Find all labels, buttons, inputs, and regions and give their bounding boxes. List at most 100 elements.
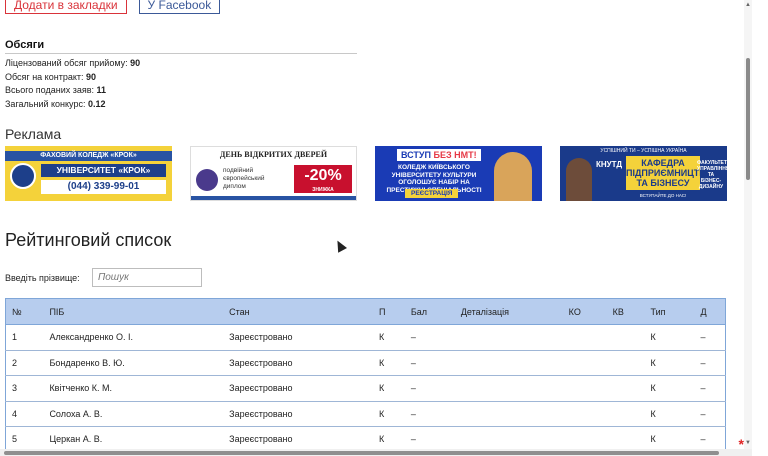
header-details[interactable]: Деталізація bbox=[454, 298, 563, 325]
volumes-section: Обсяги Ліцензований обсяг прийому: 90 Об… bbox=[5, 39, 357, 111]
cell-name: Бондаренко В. Ю. bbox=[43, 350, 224, 376]
cell-status: Зареєстровано bbox=[223, 324, 373, 351]
cell-d: – bbox=[694, 375, 726, 402]
facebook-share-button[interactable]: У Facebook bbox=[138, 0, 221, 14]
cell-status: Зареєстровано bbox=[223, 350, 373, 376]
stat-applications: Всього поданих заяв: 11 bbox=[5, 84, 357, 98]
table-row: 4 Солоха А. В. Зареєстровано К – К – bbox=[5, 401, 726, 427]
required-star-icon: * bbox=[738, 436, 744, 452]
stat-label: Обсяг на контракт: bbox=[5, 71, 84, 82]
cell-ko bbox=[562, 375, 607, 402]
header-number[interactable]: № bbox=[5, 298, 44, 325]
vertical-scroll-thumb[interactable] bbox=[746, 58, 750, 180]
stat-licensed: Ліцензований обсяг прийому: 90 bbox=[5, 57, 357, 71]
cell-kv bbox=[606, 350, 645, 376]
stat-competition: Загальний конкурс: 0.12 bbox=[5, 98, 357, 112]
ad-banner-open-day[interactable]: ДЕНЬ ВІДКРИТИХ ДВЕРЕЙ подвійний європейс… bbox=[190, 146, 357, 201]
ad1-name: УНІВЕРСИТЕТ «КРОК» bbox=[41, 164, 166, 177]
ad3-tag-a: ВСТУП bbox=[401, 150, 434, 160]
cell-details bbox=[454, 401, 563, 427]
cell-number: 1 bbox=[5, 324, 44, 351]
cell-details bbox=[454, 375, 563, 402]
cell-name: Квітченко К. М. bbox=[43, 375, 224, 402]
cell-status: Зареєстровано bbox=[223, 401, 373, 427]
scroll-up-icon[interactable]: ▲ bbox=[745, 2, 751, 8]
stat-value: 90 bbox=[86, 71, 97, 82]
cell-type: К bbox=[644, 350, 695, 376]
ad-banner-knutd[interactable]: УСПІШНИЙ ТИ – УСПІШНА УКРАЇНА КНУТД КАФЕ… bbox=[560, 146, 727, 201]
cell-score: – bbox=[404, 375, 455, 402]
stat-contract: Обсяг на контракт: 90 bbox=[5, 71, 357, 85]
table-row: 3 Квітченко К. М. Зареєстровано К – К – bbox=[5, 375, 726, 402]
cell-type: К bbox=[644, 375, 695, 402]
header-ko[interactable]: КО bbox=[562, 298, 607, 325]
rating-table: № ПІБ Стан П Бал Деталізація КО КВ Тип Д… bbox=[5, 298, 726, 453]
stat-label: Ліцензований обсяг прийому: bbox=[5, 58, 128, 68]
ad4-top: УСПІШНИЙ ТИ – УСПІШНА УКРАЇНА bbox=[600, 148, 687, 154]
cell-details bbox=[454, 324, 563, 351]
ad4-box: КАФЕДРА ПІДПРИЄМНИЦТВА ТА БІЗНЕСУ bbox=[626, 156, 712, 190]
ad3-tag: ВСТУП БЕЗ НМТ! bbox=[397, 149, 481, 161]
ad-banner-krok[interactable]: ФАХОВИЙ КОЛЕДЖ «КРОК» УНІВЕРСИТЕТ «КРОК»… bbox=[5, 146, 172, 201]
university-seal-icon bbox=[196, 169, 218, 191]
right-edge bbox=[752, 0, 768, 456]
table-row: 1 Александренко О. І. Зареєстровано К – … bbox=[5, 324, 726, 351]
table-header-row: № ПІБ Стан П Бал Деталізація КО КВ Тип Д bbox=[5, 298, 726, 325]
cell-kv bbox=[606, 401, 645, 427]
ad2-discount-value: -20% bbox=[304, 167, 342, 184]
cell-ko bbox=[562, 350, 607, 376]
ad-banner-culture-college[interactable]: ВСТУП БЕЗ НМТ! КОЛЕДЖ КИЇВСЬКОГО УНІВЕРС… bbox=[375, 146, 542, 201]
horizontal-scrollbar[interactable] bbox=[0, 449, 752, 456]
students-photo-icon bbox=[566, 158, 592, 201]
cell-number: 4 bbox=[5, 401, 44, 427]
ads-title: Реклама bbox=[5, 126, 62, 142]
horizontal-scroll-thumb[interactable] bbox=[4, 451, 719, 455]
cell-name: Солоха А. В. bbox=[43, 401, 224, 427]
header-name[interactable]: ПІБ bbox=[43, 298, 224, 325]
cell-status: Зареєстровано bbox=[223, 375, 373, 402]
ad1-phone: (044) 339-99-01 bbox=[41, 180, 166, 194]
cell-kv bbox=[606, 324, 645, 351]
cell-score: – bbox=[404, 324, 455, 351]
cell-number: 3 bbox=[5, 375, 44, 402]
header-priority[interactable]: П bbox=[372, 298, 405, 325]
cell-priority: К bbox=[372, 324, 405, 351]
add-bookmark-button[interactable]: Додати в закладки bbox=[5, 0, 127, 14]
header-score[interactable]: Бал bbox=[404, 298, 455, 325]
cell-score: – bbox=[404, 401, 455, 427]
surname-search-input[interactable] bbox=[92, 268, 202, 287]
header-d[interactable]: Д bbox=[694, 298, 726, 325]
cell-score: – bbox=[404, 350, 455, 376]
ad2-head: ДЕНЬ ВІДКРИТИХ ДВЕРЕЙ bbox=[219, 150, 328, 159]
cell-ko bbox=[562, 401, 607, 427]
cell-priority: К bbox=[372, 350, 405, 376]
ads-banner-row: ФАХОВИЙ КОЛЕДЖ «КРОК» УНІВЕРСИТЕТ «КРОК»… bbox=[5, 146, 727, 201]
cell-type: К bbox=[644, 324, 695, 351]
header-type[interactable]: Тип bbox=[644, 298, 695, 325]
stat-value: 90 bbox=[130, 58, 141, 68]
ad2-discount-sub: ЗНИЖКА bbox=[312, 187, 334, 193]
cell-d: – bbox=[694, 401, 726, 427]
ad3-register: РЕЄСТРАЦІЯ bbox=[405, 189, 459, 198]
cell-priority: К bbox=[372, 375, 405, 402]
header-status[interactable]: Стан bbox=[223, 298, 373, 325]
cell-number: 2 bbox=[5, 350, 44, 376]
ad4-bottom: ВСТУПАЙТЕ ДО НАС! bbox=[639, 193, 687, 198]
ad2-discount: -20% ЗНИЖКА bbox=[294, 165, 352, 193]
cell-d: – bbox=[694, 324, 726, 351]
mouse-cursor-icon bbox=[333, 238, 347, 253]
share-buttons: Додати в закладки У Facebook bbox=[5, 0, 221, 14]
header-kv[interactable]: КВ bbox=[606, 298, 645, 325]
cell-d: – bbox=[694, 350, 726, 376]
stat-label: Загальний конкурс: bbox=[5, 98, 86, 109]
cell-priority: К bbox=[372, 401, 405, 427]
stat-value: 0.12 bbox=[87, 98, 106, 109]
rating-list-title: Рейтинговий список bbox=[5, 230, 172, 250]
ad4-right: ФАКУЛЬТЕТ УПРАВЛІННЯ ТА БІЗНЕС-ДИЗАЙНУ bbox=[697, 160, 727, 190]
student-photo-icon bbox=[494, 152, 532, 201]
ad2-sub: подвійний європейський диплом bbox=[223, 167, 265, 190]
cell-kv bbox=[606, 375, 645, 402]
cell-ko bbox=[562, 324, 607, 351]
scroll-down-icon[interactable]: ▼ bbox=[745, 440, 751, 446]
search-label: Введіть прізвище: bbox=[5, 273, 80, 283]
